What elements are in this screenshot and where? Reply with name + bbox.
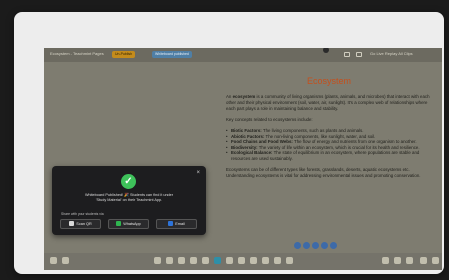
shapes-icon[interactable] [202,257,209,264]
intro-paragraph: An ecosystem is a community of living or… [226,94,430,111]
chat-icon[interactable] [62,257,69,264]
select-icon[interactable] [154,257,161,264]
whatsapp-icon [116,221,122,226]
pen-icon[interactable] [166,257,173,264]
whatsapp-button[interactable]: WhatsApp [108,219,149,229]
page-dot[interactable] [312,242,319,249]
success-check-icon: ✓ [121,174,136,189]
share-label: Share with your students via [61,212,104,216]
published-badge: Whiteboard published [152,51,192,58]
bottom-toolbar [44,253,442,270]
settings-icon[interactable] [432,257,439,264]
page-dot[interactable] [303,242,310,249]
concepts-list: Biotic Factors: The living components, s… [226,128,432,162]
document-page: Ecosystem An ecosystem is a community of… [214,62,442,252]
publish-message: Whiteboard Published! 🎉 Students can fin… [84,193,174,203]
camera-icon [323,48,329,53]
zoom-out-icon[interactable] [382,257,389,264]
top-bar: Ecosystem - Teachmint Pages Un-Publish W… [44,48,442,62]
app-screen: Ecosystem - Teachmint Pages Un-Publish W… [44,48,442,270]
email-button[interactable]: Email [156,219,197,229]
grid-icon[interactable] [50,257,57,264]
highlighter-icon[interactable] [178,257,185,264]
scan-qr-button[interactable]: Scan QR [60,219,101,229]
page-dot[interactable] [330,242,337,249]
eraser-icon[interactable] [190,257,197,264]
page-icon[interactable] [394,257,401,264]
more-icon[interactable] [286,257,293,264]
list-item: Ecological Balance: The state of equilib… [226,150,432,161]
page-dot[interactable] [294,242,301,249]
document-title: Ecosystem - Teachmint Pages [50,51,104,56]
window-icon[interactable] [344,52,350,57]
text-tool-icon[interactable] [214,257,221,264]
ruler-icon[interactable] [262,257,269,264]
device-frame: Ecosystem - Teachmint Pages Un-Publish W… [14,12,444,274]
toolbar-right-text[interactable]: Go Live Replay All Clips [370,51,413,56]
zoom-in-icon[interactable] [406,257,413,264]
page-title: Ecosystem [306,76,351,86]
screen-share-icon[interactable] [356,52,362,57]
unpublish-button[interactable]: Un-Publish [112,51,136,58]
laser-icon[interactable] [274,257,281,264]
add-page-icon[interactable] [420,257,427,264]
image-icon[interactable] [226,257,233,264]
undo-icon[interactable] [238,257,245,264]
concepts-heading: Key concepts related to ecosystems inclu… [226,117,313,122]
qr-icon [69,221,75,226]
publish-success-dialog: × ✓ Whiteboard Published! 🎉 Students can… [52,166,206,235]
closing-paragraph: Ecosystems can be of different types lik… [226,166,421,178]
email-icon [168,221,174,226]
close-icon[interactable]: × [196,170,200,176]
page-dot[interactable] [321,242,328,249]
redo-icon[interactable] [250,257,257,264]
